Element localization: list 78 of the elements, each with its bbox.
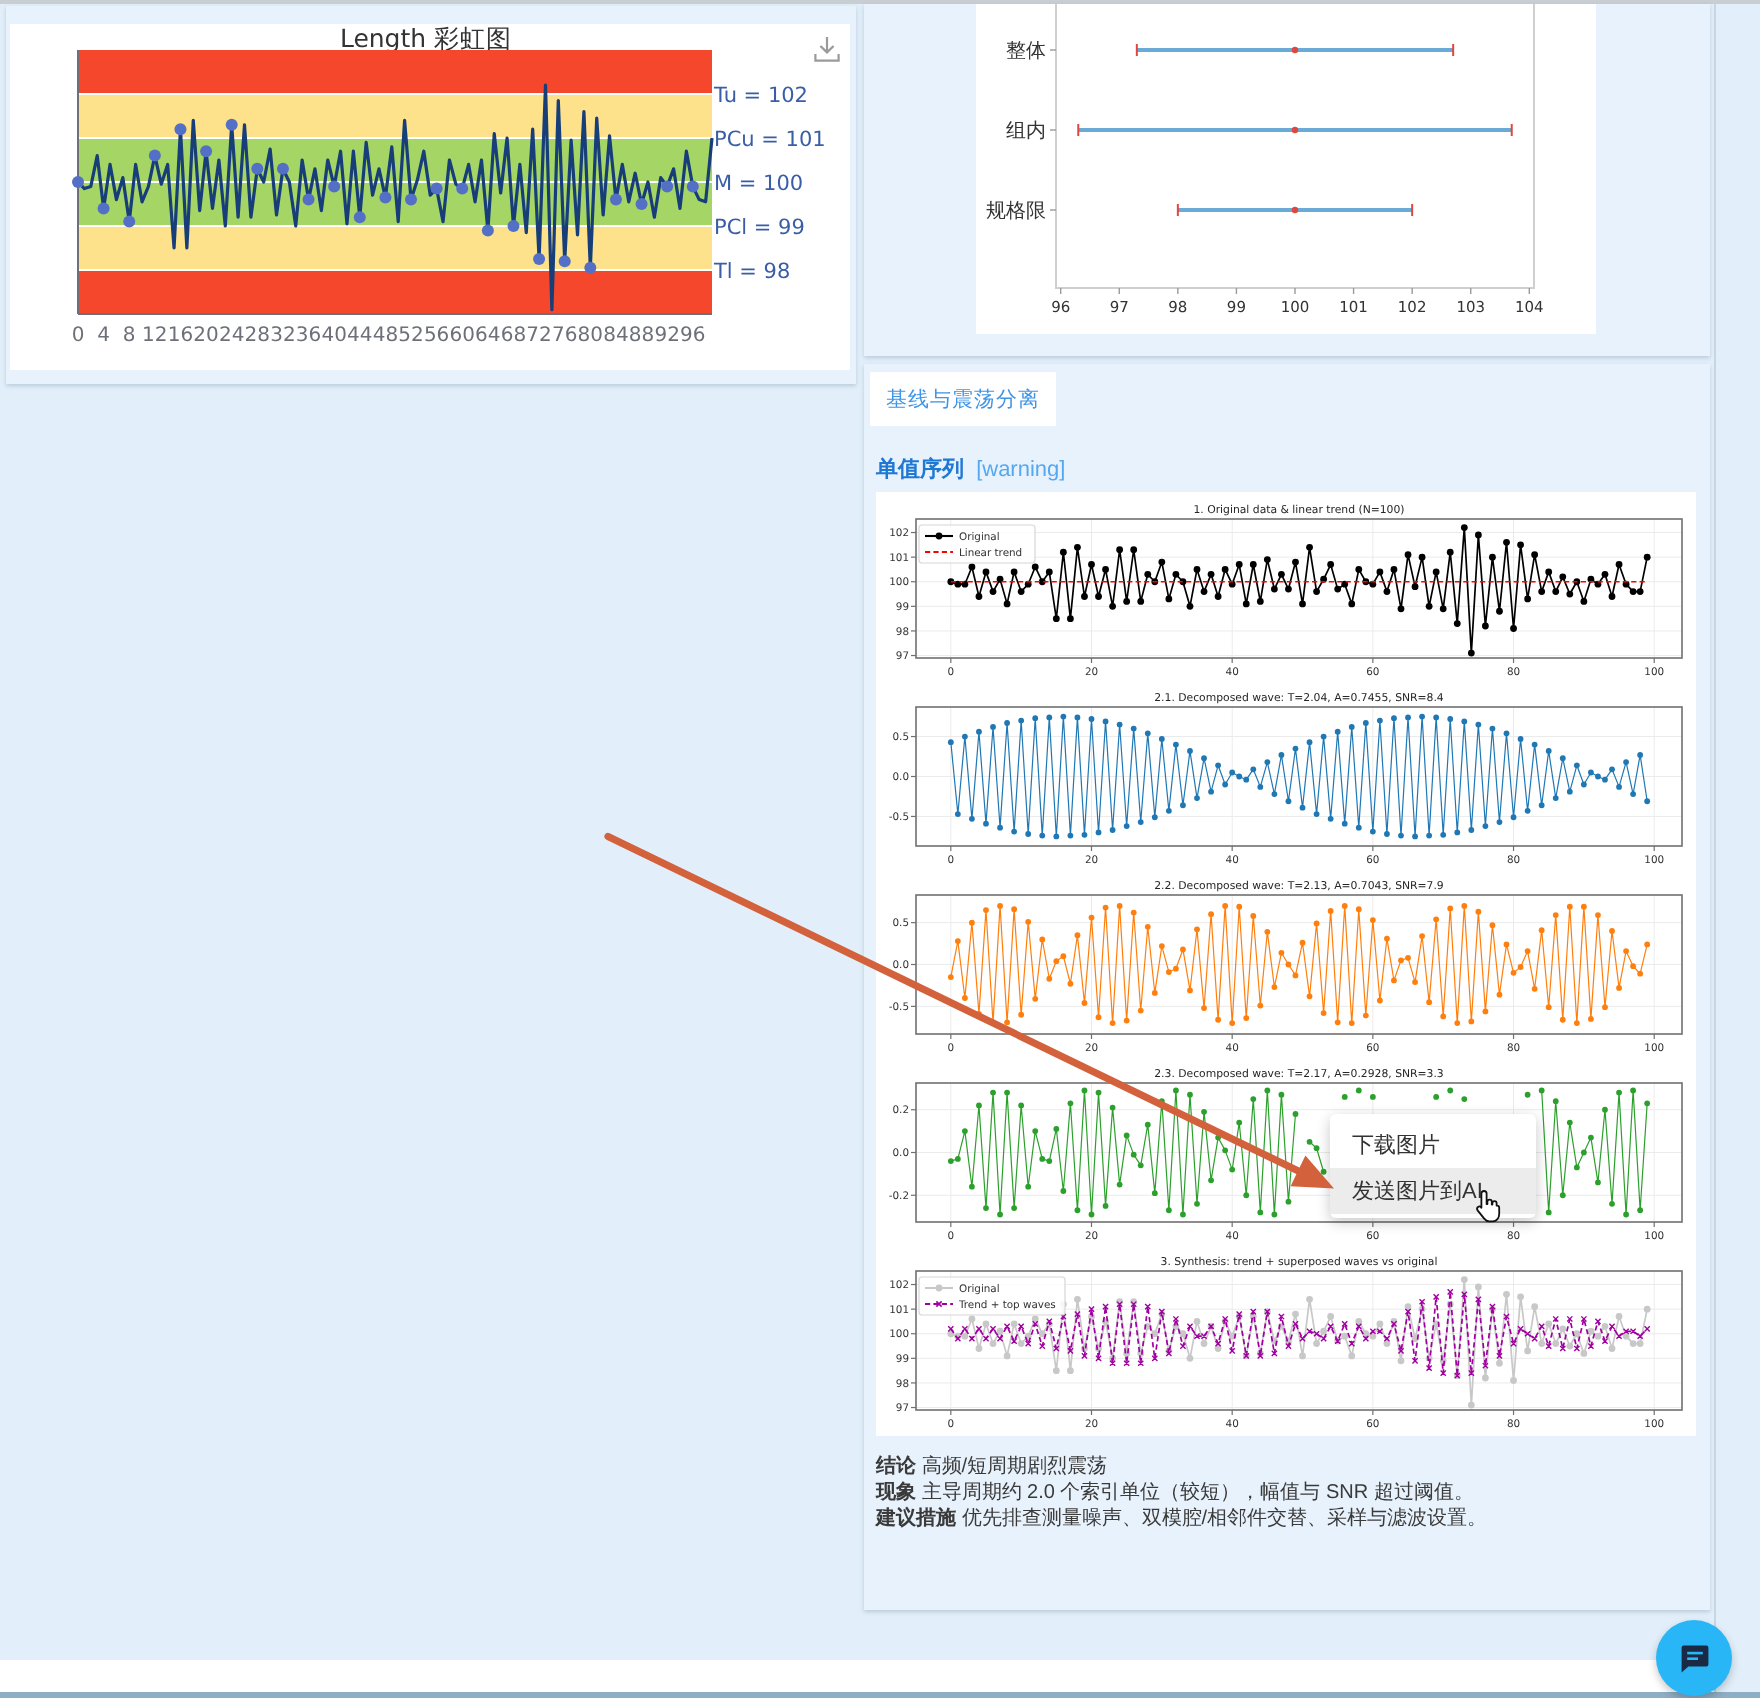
point bbox=[353, 211, 366, 224]
axis-tick-label: 48 bbox=[372, 325, 399, 347]
axis-tick-label: 60 bbox=[449, 325, 475, 347]
axis-tick-label: 68 bbox=[500, 325, 527, 347]
point bbox=[635, 198, 648, 210]
data-point bbox=[1291, 126, 1299, 134]
axis-tick-label: 32 bbox=[270, 325, 296, 347]
point bbox=[174, 123, 187, 136]
axis-tick-label: 28 bbox=[244, 325, 271, 347]
axis-tick-label: 40 bbox=[321, 325, 347, 347]
chat-button[interactable] bbox=[1656, 1620, 1732, 1696]
point bbox=[558, 255, 571, 268]
point bbox=[584, 261, 597, 274]
category-label: 规格限 bbox=[986, 201, 1046, 224]
axis-tick-label: 80 bbox=[577, 325, 604, 347]
point bbox=[148, 149, 161, 162]
category-label: 整体 bbox=[1006, 41, 1046, 64]
point bbox=[609, 193, 622, 206]
status-label: [warning] bbox=[976, 458, 1066, 482]
point bbox=[661, 180, 674, 193]
data-point bbox=[1291, 46, 1299, 54]
finding-text: 结论 高频/短周期剧烈震荡 bbox=[876, 1454, 1110, 1480]
download-icon bbox=[814, 36, 840, 62]
point bbox=[456, 182, 469, 195]
finding-text: 建议措施 优先排查测量噪声、双模腔/相邻件交替、采样与滤波设置。 bbox=[876, 1506, 1490, 1532]
axis-tick-label: 88 bbox=[628, 325, 655, 347]
axis-tick-label: 84 bbox=[603, 325, 629, 347]
point bbox=[302, 193, 315, 206]
axis-tick-label: 76 bbox=[551, 325, 578, 347]
point bbox=[328, 180, 341, 193]
point bbox=[379, 191, 392, 204]
axis-tick-label: 4 bbox=[97, 325, 110, 347]
axis-tick-label: 64 bbox=[475, 325, 501, 347]
point bbox=[533, 253, 546, 265]
axis-tick-label: 0 bbox=[71, 325, 85, 347]
limit-label: M = 100 bbox=[714, 171, 804, 196]
point bbox=[507, 220, 520, 232]
axis-tick-label: 56 bbox=[423, 325, 450, 347]
axis-tick-label: 52 bbox=[398, 325, 424, 347]
point bbox=[123, 215, 136, 228]
axis-tick-label: 72 bbox=[526, 325, 552, 347]
menu-item[interactable]: 下载图片 bbox=[1330, 1122, 1536, 1168]
menu-item[interactable]: 发送图片到AI bbox=[1330, 1168, 1536, 1214]
limit-label: Tu = 102 bbox=[714, 83, 808, 108]
axis-tick-label: 8 bbox=[122, 325, 136, 347]
data-point bbox=[1291, 206, 1299, 214]
legend-line-icon bbox=[925, 1300, 953, 1308]
axis-tick-label: 36 bbox=[295, 325, 322, 347]
section-title: 单值序列 bbox=[876, 458, 964, 482]
legend-box bbox=[918, 524, 1036, 564]
chat-icon bbox=[1679, 1643, 1709, 1673]
axis-tick-label: 12 bbox=[142, 325, 168, 347]
finding-text: 现象 主导周期约 2.0 个索引单位（较短），幅值与 SNR 超过阈值。 bbox=[876, 1480, 1476, 1506]
limit-label: Tl = 98 bbox=[714, 259, 791, 284]
point bbox=[200, 145, 213, 158]
download-button[interactable] bbox=[812, 34, 842, 64]
point bbox=[72, 176, 84, 188]
legend-line-icon bbox=[925, 1284, 953, 1292]
chart-title: Length 彩虹图 bbox=[339, 24, 513, 53]
axis-tick-label: 24 bbox=[218, 325, 245, 347]
point bbox=[481, 224, 494, 237]
axis-tick-label: 20 bbox=[193, 325, 219, 347]
point bbox=[97, 202, 110, 215]
point bbox=[276, 162, 289, 175]
axis-tick-label: 44 bbox=[347, 325, 373, 347]
category-label: 组内 bbox=[1006, 121, 1046, 144]
axis-tick-label: 96 bbox=[680, 325, 706, 347]
point bbox=[251, 162, 264, 175]
point bbox=[405, 193, 418, 206]
legend-line-icon bbox=[925, 532, 953, 540]
limit-label: PCl = 99 bbox=[714, 215, 805, 240]
legend-line-icon bbox=[925, 550, 953, 554]
point bbox=[686, 180, 699, 193]
point bbox=[430, 182, 443, 195]
axis-tick-label: 16 bbox=[167, 325, 194, 347]
limit-label: PCu = 101 bbox=[714, 127, 826, 152]
axis-tick-label: 92 bbox=[654, 325, 680, 347]
point bbox=[225, 118, 238, 131]
